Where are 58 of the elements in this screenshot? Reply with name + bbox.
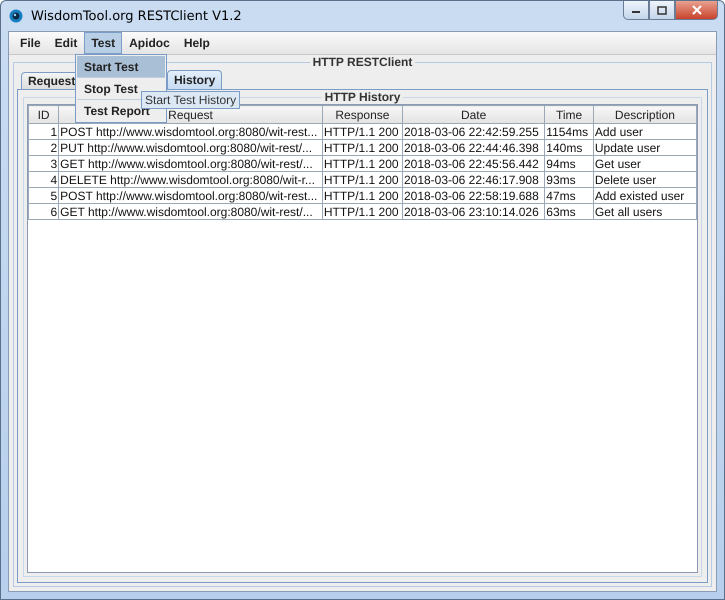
table-cell: 94ms [544, 156, 594, 172]
menu-option[interactable]: Start Test [77, 56, 165, 77]
table-cell: 6 [28, 204, 59, 220]
table-cell: Add existed user [593, 188, 696, 204]
table-cell: 93ms [544, 172, 594, 188]
table-cell: HTTP/1.1 200 [322, 188, 402, 204]
table-cell: 2018-03-06 22:44:46.398 [402, 140, 545, 156]
column-header[interactable]: Response [322, 106, 402, 124]
maximize-icon [657, 6, 667, 14]
table-cell: HTTP/1.1 200 [322, 204, 402, 220]
table-cell: 2018-03-06 22:46:17.908 [402, 172, 545, 188]
table-cell: 1 [28, 124, 59, 140]
app-icon [9, 9, 23, 23]
table-cell: 140ms [544, 140, 594, 156]
table-cell: HTTP/1.1 200 [322, 172, 402, 188]
history-title: HTTP History [324, 90, 402, 104]
column-header[interactable]: Time [544, 106, 594, 124]
menu-item[interactable]: Edit [48, 32, 84, 54]
table-cell: GET http://www.wisdomtool.org:8080/wit-rest/... [58, 156, 322, 172]
maximize-button[interactable] [649, 1, 675, 20]
table-cell: Get user [593, 156, 696, 172]
table-cell: 2018-03-06 22:42:59.255 [402, 124, 545, 140]
close-icon [692, 5, 702, 15]
menu-item[interactable]: Apidoc [122, 32, 177, 54]
menu-item[interactable]: File [13, 32, 48, 54]
table-cell: DELETE http://www.wisdomtool.org:8080/wit-r... [58, 172, 322, 188]
window-title: WisdomTool.org RESTClient V1.2 [31, 8, 243, 24]
minimize-button[interactable] [623, 1, 649, 20]
table-cell: 63ms [544, 204, 594, 220]
table-cell: 2018-03-06 23:10:14.026 [402, 204, 545, 220]
menu-item[interactable]: Test [84, 32, 122, 54]
table-cell: 1154ms [544, 124, 594, 140]
close-button[interactable] [675, 1, 718, 20]
table-cell: 4 [28, 172, 59, 188]
table-cell: 3 [28, 156, 59, 172]
column-header[interactable]: Description [593, 106, 696, 124]
table-cell: 5 [28, 188, 59, 204]
table-cell: HTTP/1.1 200 [322, 156, 402, 172]
column-header[interactable]: ID [28, 106, 59, 124]
table-cell: Get all users [593, 204, 696, 220]
table-cell: 2018-03-06 22:58:19.688 [402, 188, 545, 204]
table-cell: Update user [593, 140, 696, 156]
table-cell: HTTP/1.1 200 [322, 140, 402, 156]
table-cell: GET http://www.wisdomtool.org:8080/wit-rest/... [58, 204, 322, 220]
column-header[interactable]: Date [402, 106, 545, 124]
table-cell: Add user [593, 124, 696, 140]
table-cell: POST http://www.wisdomtool.org:8080/wit-rest... [58, 124, 322, 140]
table-cell: 47ms [544, 188, 594, 204]
tab[interactable]: History [167, 70, 222, 89]
table-cell: Delete user [593, 172, 696, 188]
table-cell: POST http://www.wisdomtool.org:8080/wit-rest... [58, 188, 322, 204]
table-cell: 2 [28, 140, 59, 156]
tooltip: Start Test History [141, 91, 240, 109]
menu-item[interactable]: Help [176, 32, 217, 54]
table-cell: 2018-03-06 22:45:56.442 [402, 156, 545, 172]
table-cell: HTTP/1.1 200 [322, 124, 402, 140]
panel-title: HTTP RESTClient [312, 55, 414, 69]
table-cell: PUT http://www.wisdomtool.org:8080/wit-rest/... [58, 140, 322, 156]
